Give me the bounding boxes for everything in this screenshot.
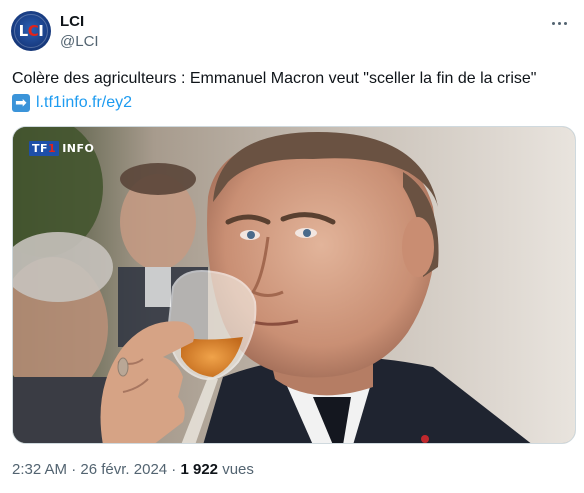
display-name[interactable]: LCI	[60, 12, 84, 32]
meta-separator: ·	[171, 461, 177, 478]
tweet-link-line: ➡ l.tf1info.fr/ey2	[12, 92, 132, 114]
tweet-date[interactable]: 26 févr. 2024	[80, 461, 167, 478]
views-label: vues	[222, 461, 254, 478]
tweet-link[interactable]: l.tf1info.fr/ey2	[36, 94, 132, 112]
tweet-card[interactable]: LCI LCI @LCI Colère des agriculteurs : E…	[0, 0, 584, 493]
tf1-info-watermark: TF1 INFO	[29, 141, 94, 156]
more-options-button[interactable]	[544, 8, 574, 38]
handle[interactable]: @LCI	[60, 32, 99, 52]
views-count: 1 922	[180, 461, 219, 478]
avatar[interactable]: LCI	[11, 11, 51, 51]
tweet-meta: 2:32 AM · 26 févr. 2024 · 1 922 vues	[12, 460, 254, 480]
meta-separator: ·	[71, 461, 77, 478]
avatar-logo: LCI	[18, 22, 44, 40]
photo-illustration	[13, 127, 575, 443]
right-arrow-emoji-icon: ➡	[12, 94, 30, 112]
more-horizontal-icon	[551, 21, 567, 25]
tweet-media-photo[interactable]: TF1 INFO	[12, 126, 576, 444]
tweet-text: Colère des agriculteurs : Emmanuel Macro…	[12, 70, 537, 87]
tweet-time[interactable]: 2:32 AM	[12, 461, 67, 478]
